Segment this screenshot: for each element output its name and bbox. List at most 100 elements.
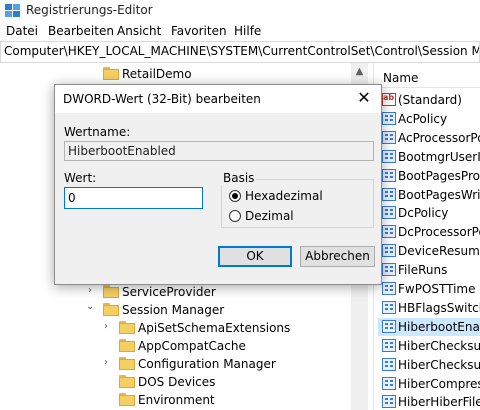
value-row[interactable]: (Standard)	[378, 91, 480, 109]
tree-item-label: DOS Devices	[138, 375, 216, 389]
tree-item-label: AppCompatCache	[138, 339, 246, 353]
value-name-field: HiberbootEnabled	[64, 141, 374, 161]
value-name-label: HBFlagsSwitch	[398, 300, 480, 315]
expand-chevron-icon[interactable]	[104, 375, 114, 387]
value-data-label: Wert:	[64, 171, 97, 185]
collapse-chevron-icon[interactable]: ⌄	[86, 301, 96, 313]
value-name-label: HiberChecksumTime	[398, 357, 480, 372]
value-row[interactable]: HiberbootEnabled	[378, 317, 480, 336]
value-name-label: DeviceResumeTime	[398, 244, 480, 259]
value-name-label: (Standard)	[398, 93, 462, 107]
expand-chevron-icon[interactable]	[86, 67, 96, 79]
value-row[interactable]: FileRuns	[378, 261, 480, 279]
cancel-button[interactable]: Abbrechen	[300, 246, 375, 267]
value-row[interactable]: DeviceResumeTime	[378, 242, 480, 260]
value-name-label: HiberChecksumIoTime	[398, 338, 480, 353]
value-row[interactable]: HiberChecksumTime	[378, 356, 480, 374]
ok-button[interactable]: OK	[218, 246, 292, 267]
value-row[interactable]: HiberChecksumIoTime	[378, 337, 480, 355]
tree-item-label: ServiceProvider	[122, 285, 216, 299]
tree-item-configuration-manager[interactable]: › Configuration Manager	[0, 355, 340, 373]
value-name-label: Wertname:	[64, 125, 131, 139]
tree-item-serviceprovider[interactable]: › ServiceProvider	[0, 283, 340, 301]
radio-hexadecimal[interactable]: Hexadezimal	[229, 189, 349, 205]
tree-item-label: Configuration Manager	[138, 357, 276, 371]
expand-chevron-icon[interactable]	[104, 393, 114, 405]
value-row[interactable]: HBFlagsSwitch	[378, 299, 480, 317]
binary-value-icon	[382, 376, 396, 390]
value-row[interactable]: BootPagesProcessed	[378, 167, 480, 185]
address-bar[interactable]: Computer\HKEY_LOCAL_MACHINE\SYSTEM\Curre…	[0, 41, 480, 63]
binary-value-icon	[382, 282, 396, 295]
folder-icon	[103, 303, 119, 316]
menu-ansicht[interactable]: Ansicht	[117, 24, 161, 38]
tree-item-session-manager[interactable]: ⌄ Session Manager	[0, 301, 340, 319]
menu-datei[interactable]: Datei	[6, 24, 38, 38]
window-titlebar: Registrierungs-Editor	[0, 0, 480, 22]
value-name-label: BootPagesWritten	[398, 187, 480, 202]
dialog-title: DWORD-Wert (32-Bit) bearbeiten	[63, 92, 261, 106]
binary-value-icon	[382, 395, 396, 409]
value-name-label: DcPolicy	[398, 206, 449, 221]
expand-chevron-icon[interactable]: ›	[104, 321, 114, 333]
tree-item-appcompatcache[interactable]: AppCompatCache	[0, 337, 340, 355]
value-row[interactable]: DcPolicy	[378, 204, 480, 222]
value-row[interactable]: FwPOSTTime	[378, 280, 480, 298]
value-name-label: HiberCompressTime	[398, 376, 480, 391]
binary-value-icon	[382, 149, 396, 163]
tree-item-retaildemo[interactable]: RetailDemo	[0, 65, 340, 83]
value-name-text: HiberbootEnabled	[68, 144, 176, 158]
binary-value-icon	[382, 338, 396, 352]
value-name-label: HiberHiberFileTime	[398, 395, 480, 410]
binary-value-icon	[382, 225, 396, 239]
binary-value-icon	[382, 111, 396, 125]
string-value-icon	[382, 93, 396, 106]
binary-value-icon	[382, 319, 396, 333]
value-name-label: BootPagesProcessed	[398, 168, 480, 183]
expand-chevron-icon[interactable]: ›	[88, 285, 98, 297]
folder-icon	[119, 393, 135, 406]
binary-value-icon	[382, 187, 396, 201]
value-name-label: DcProcessorPolicy	[398, 225, 480, 240]
scroll-up-arrow-icon[interactable]: ▲	[351, 63, 368, 80]
menu-bearbeiten[interactable]: Bearbeiten	[48, 24, 114, 38]
column-header-name[interactable]: Name	[378, 67, 480, 88]
value-name-label: AcProcessorPolicy	[398, 130, 480, 145]
tree-item-apisetschemaextensions[interactable]: › ApiSetSchemaExtensions	[0, 319, 340, 337]
radio-unchecked-icon[interactable]	[229, 210, 241, 222]
value-row[interactable]: AcPolicy	[378, 110, 480, 128]
menu-hilfe[interactable]: Hilfe	[234, 24, 261, 38]
value-row[interactable]: BootPagesWritten	[378, 186, 480, 204]
folder-icon	[119, 357, 135, 370]
binary-value-icon	[382, 244, 396, 258]
tree-item-dos-devices[interactable]: DOS Devices	[0, 373, 340, 391]
value-row[interactable]: AcProcessorPolicy	[378, 129, 480, 147]
radio-checked-icon[interactable]	[229, 190, 241, 202]
folder-icon	[119, 339, 135, 352]
tree-item-label: RetailDemo	[122, 67, 192, 81]
expand-chevron-icon[interactable]	[104, 339, 114, 351]
menu-favoriten[interactable]: Favoriten	[171, 24, 227, 38]
expand-chevron-icon[interactable]: ›	[104, 357, 114, 369]
value-row[interactable]: DcProcessorPolicy	[378, 223, 480, 241]
address-path[interactable]: Computer\HKEY_LOCAL_MACHINE\SYSTEM\Curre…	[4, 44, 479, 58]
value-name-label: AcPolicy	[398, 111, 448, 126]
tree-item-label: ApiSetSchemaExtensions	[138, 321, 291, 335]
value-row[interactable]: BootmgrUserInputTime	[378, 148, 480, 166]
radio-hexadecimal-label: Hexadezimal	[245, 189, 323, 203]
binary-value-icon	[382, 300, 396, 314]
binary-value-icon	[382, 357, 396, 371]
folder-icon	[119, 321, 135, 334]
registry-editor-icon	[5, 4, 20, 17]
close-icon[interactable]: ✕	[356, 90, 372, 106]
basis-label: Basis	[221, 171, 257, 185]
radio-decimal[interactable]: Dezimal	[229, 209, 349, 225]
edit-dword-dialog: DWORD-Wert (32-Bit) bearbeiten ✕ Wertnam…	[54, 84, 382, 285]
menubar: Datei Bearbeiten Ansicht Favoriten Hilfe	[0, 22, 480, 41]
tree-item-label: Environment	[138, 393, 215, 407]
value-data-input[interactable]	[64, 187, 203, 209]
value-row[interactable]: HiberCompressTime	[378, 375, 480, 393]
folder-icon	[103, 285, 119, 298]
value-row[interactable]: HiberHiberFileTime	[378, 393, 480, 410]
tree-item-environment[interactable]: Environment	[0, 391, 340, 409]
